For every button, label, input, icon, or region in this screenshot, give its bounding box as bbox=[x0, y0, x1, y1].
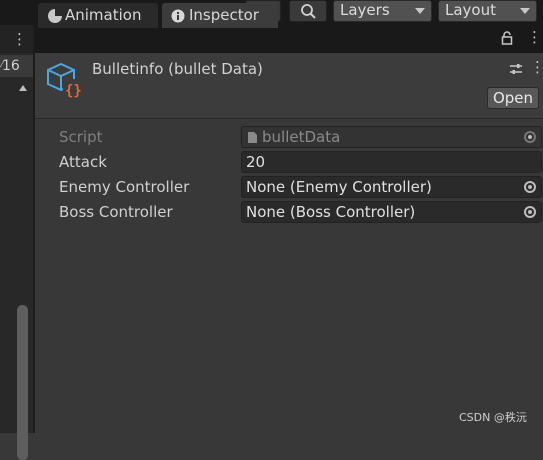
presets-icon[interactable] bbox=[509, 61, 523, 80]
boss-controller-label: Boss Controller bbox=[59, 203, 173, 221]
tab-inspector[interactable]: Inspector bbox=[162, 3, 278, 28]
left-count-badge: ⁄16 bbox=[0, 55, 33, 77]
animation-icon bbox=[48, 9, 62, 23]
script-label: Script bbox=[59, 128, 103, 146]
attack-value: 20 bbox=[246, 153, 266, 171]
lock-icon[interactable] bbox=[501, 30, 513, 49]
script-value: bulletData bbox=[262, 128, 341, 146]
attack-label: Attack bbox=[59, 153, 107, 171]
left-count: 16 bbox=[2, 58, 20, 74]
enemy-controller-field[interactable]: None (Enemy Controller) bbox=[241, 176, 542, 198]
left-panel: ⋮ ⁄16 bbox=[0, 25, 33, 460]
object-picker-icon bbox=[524, 131, 536, 143]
scroll-up-arrow-icon[interactable] bbox=[19, 85, 27, 91]
open-button[interactable]: Open bbox=[487, 87, 539, 109]
attack-input[interactable]: 20 bbox=[241, 151, 542, 173]
object-title: Bulletinfo (bullet Data) bbox=[92, 60, 263, 78]
tab-bar bbox=[35, 25, 543, 53]
script-file-icon bbox=[248, 132, 257, 143]
tab-animation[interactable]: Animation bbox=[38, 3, 158, 28]
left-panel-header: ⋮ bbox=[0, 25, 33, 53]
more-options-icon[interactable]: ⋮ bbox=[12, 30, 27, 48]
script-field: bulletData bbox=[241, 126, 542, 148]
enemy-controller-label: Enemy Controller bbox=[59, 178, 190, 196]
layers-label: Layers bbox=[340, 1, 390, 19]
left-scrollbar-thumb[interactable] bbox=[17, 305, 28, 460]
layers-dropdown[interactable]: Layers bbox=[333, 0, 432, 22]
tab-inspector-label: Inspector bbox=[189, 6, 259, 24]
svg-text:{}: {} bbox=[65, 83, 82, 99]
more-options-icon[interactable]: ⋮ bbox=[527, 28, 542, 46]
object-picker-icon[interactable] bbox=[524, 206, 536, 218]
layout-dropdown[interactable]: Layout bbox=[438, 0, 537, 22]
enemy-controller-value: None (Enemy Controller) bbox=[246, 178, 432, 196]
chevron-down-icon bbox=[415, 8, 425, 14]
tab-animation-label: Animation bbox=[65, 6, 142, 24]
open-label: Open bbox=[492, 89, 534, 107]
info-icon bbox=[171, 9, 185, 23]
more-options-icon[interactable]: ⋮ bbox=[530, 58, 543, 76]
search-button[interactable] bbox=[289, 0, 327, 22]
chevron-down-icon bbox=[520, 8, 530, 14]
boss-controller-value: None (Boss Controller) bbox=[246, 203, 416, 221]
object-picker-icon[interactable] bbox=[524, 181, 536, 193]
inspector-header: {} Bulletinfo (bullet Data) ⋮ Open bbox=[35, 53, 543, 118]
watermark: CSDN @秩沅 bbox=[459, 411, 527, 424]
boss-controller-field[interactable]: None (Boss Controller) bbox=[241, 201, 542, 223]
search-icon bbox=[301, 4, 316, 19]
scriptable-object-icon: {} bbox=[47, 62, 83, 99]
layout-label: Layout bbox=[445, 1, 496, 19]
